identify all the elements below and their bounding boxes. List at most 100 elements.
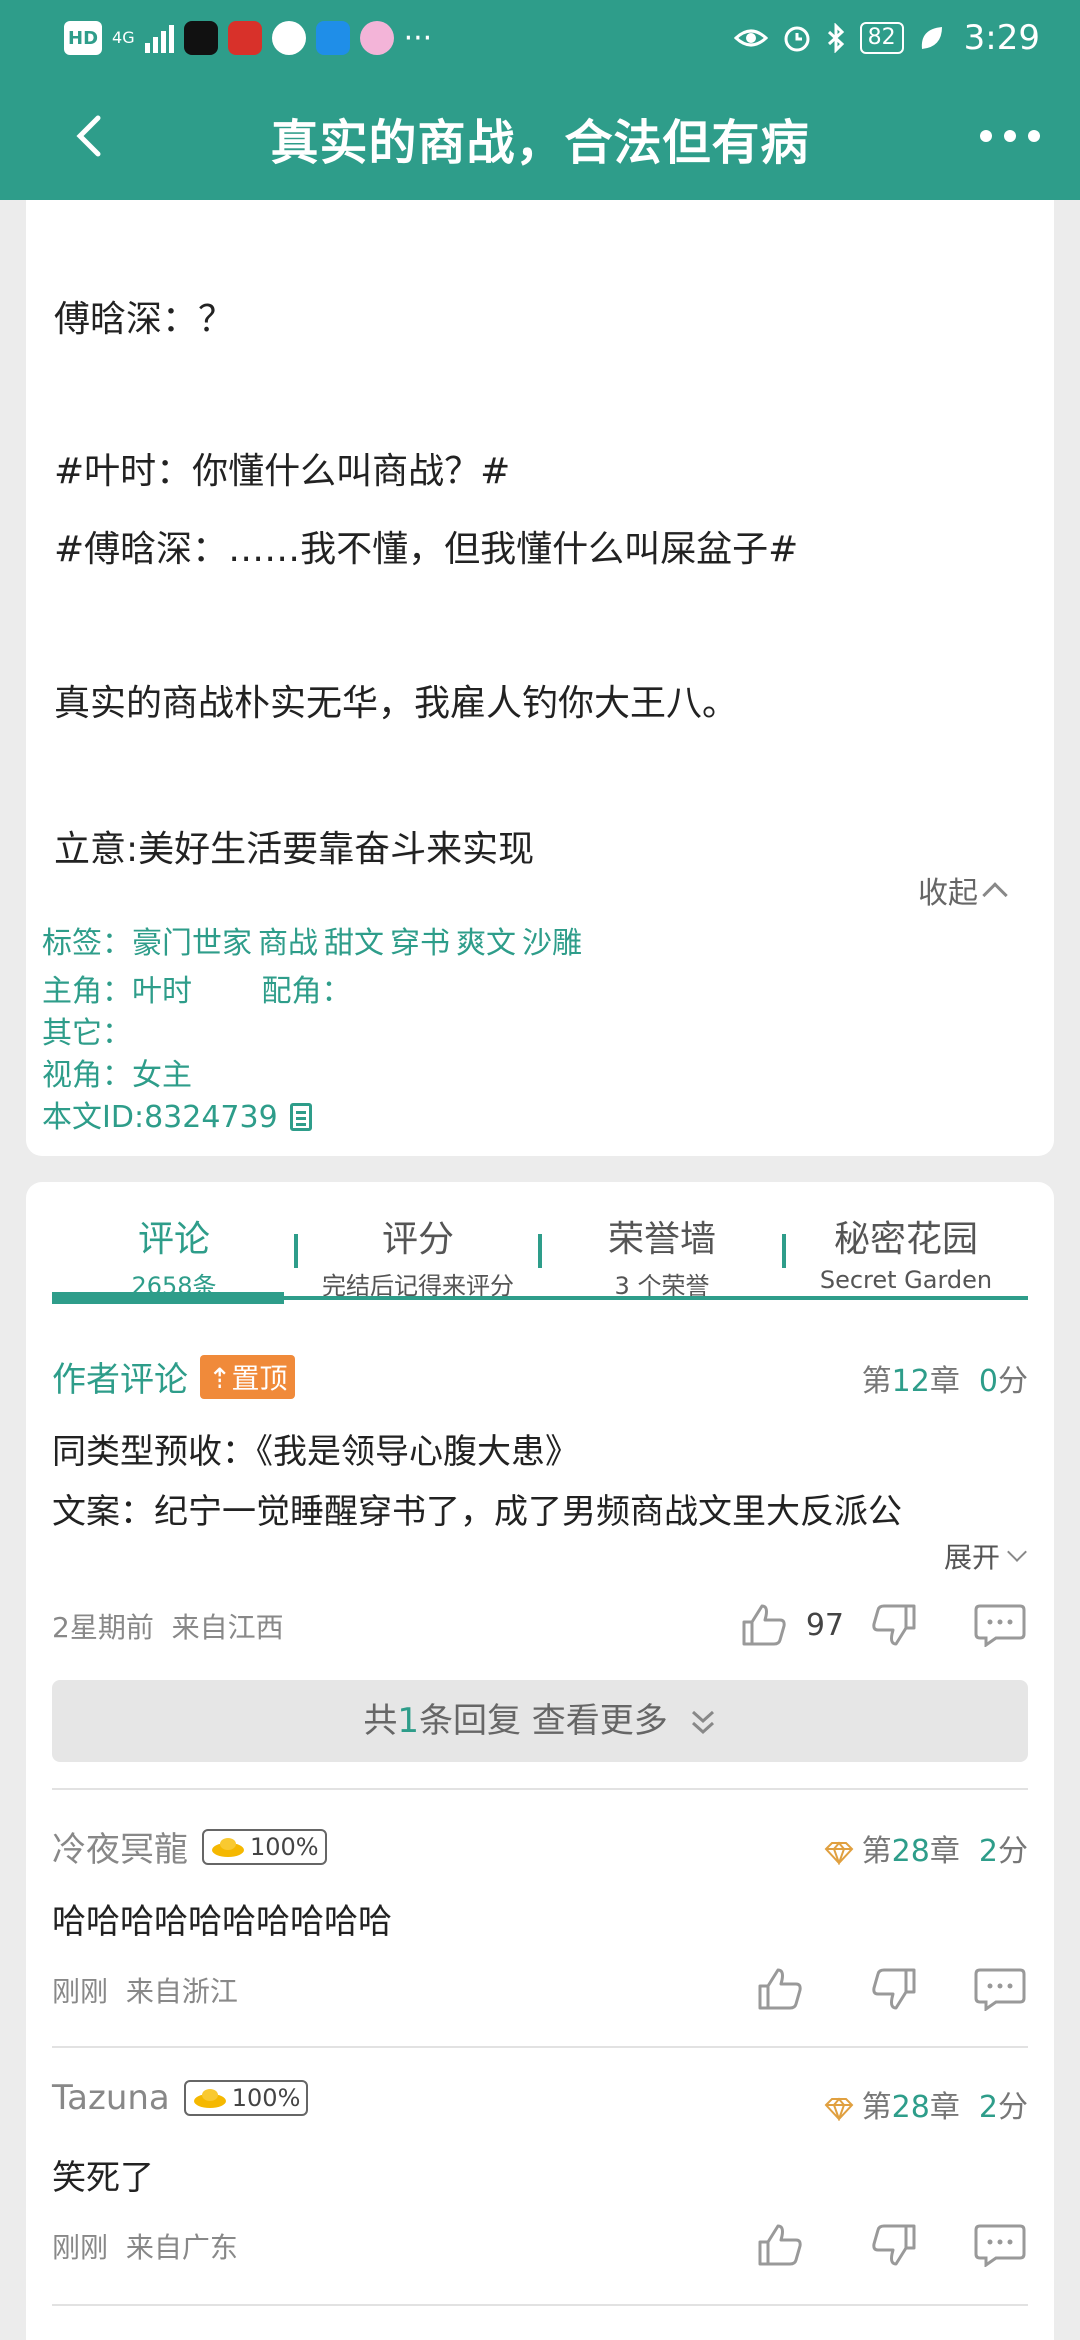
comment-meta: 2星期前 来自江西 — [52, 1606, 284, 1646]
chapter-info: 第12章 0分 — [861, 1364, 1028, 1399]
back-button[interactable] — [60, 106, 120, 166]
perspective-value: 女主 — [132, 1058, 192, 1093]
view-replies-button[interactable]: 共1条回复 查看更多 — [52, 1680, 1028, 1762]
perspective-label: 视角： — [42, 1058, 132, 1093]
gold-badge-value: 100% — [231, 2084, 301, 2112]
divider — [52, 2046, 1028, 2048]
tag-item[interactable]: 穿书 — [390, 926, 450, 961]
tab-active-indicator — [52, 1292, 284, 1304]
tiktok-icon — [183, 21, 218, 55]
comment-text: 同类型预收：《我是领导心腹大患》 — [52, 1432, 579, 1472]
search-icon — [315, 21, 350, 55]
other-row: 其它： — [42, 1008, 132, 1052]
username[interactable]: 冷夜冥龍 — [52, 1822, 188, 1871]
id-row: 本文ID:8324739 — [42, 1092, 312, 1136]
comment-icon — [974, 1604, 1026, 1647]
page-title: 真实的商战，合法但有病 — [270, 115, 810, 171]
chevron-left-icon — [76, 115, 101, 157]
tag-item[interactable]: 甜文 — [324, 926, 384, 961]
tab-title: 秘密花园 — [833, 1219, 978, 1260]
gold-badge: 100% — [183, 2080, 309, 2116]
nav-bar: 真实的商战，合法但有病 — [0, 76, 1080, 200]
author-comment-header: 作者评论 ⇡置顶 — [52, 1352, 296, 1401]
diamond-icon — [824, 1840, 854, 1865]
supporting-label: 配角： — [261, 974, 352, 1009]
comment-icon — [974, 1968, 1026, 2011]
thumbs-up-icon — [742, 1604, 786, 1646]
tab-title: 评分 — [381, 1219, 454, 1260]
gold-ingot-icon — [193, 2089, 226, 2108]
thumbs-down-icon — [872, 2224, 916, 2266]
comment-actions — [752, 2220, 1028, 2270]
gold-badge-value: 100% — [250, 1832, 319, 1861]
clock: 3:29 — [963, 18, 1040, 58]
comment-text: 哈哈哈哈哈哈哈哈哈哈 — [52, 1902, 392, 1942]
tag-item[interactable]: 爽文 — [456, 926, 516, 961]
comment-text: 笑死了 — [52, 2158, 154, 2198]
tags-row: 标签：豪门世家 商战 甜文 穿书 爽文 沙雕 — [42, 918, 588, 962]
like-count: 97 — [805, 1607, 844, 1643]
hd-indicator: HD — [64, 21, 103, 55]
tab-secret-garden[interactable]: 秘密花园 Secret Garden — [784, 1196, 1028, 1306]
network-indicator: 4G — [112, 28, 135, 47]
tag-item[interactable]: 沙雕 — [522, 926, 582, 961]
tab-rating[interactable]: 评分 完结后记得来评分 — [296, 1196, 540, 1306]
reply-button[interactable] — [972, 1964, 1028, 2014]
tags-label: 标签： — [42, 926, 132, 961]
dislike-button[interactable] — [866, 1964, 922, 2014]
divider — [52, 2304, 1028, 2306]
other-label: 其它： — [42, 1016, 132, 1051]
comment-meta: 刚刚 来自浙江 — [52, 1970, 238, 2010]
tab-separator — [782, 1234, 786, 1268]
thumbs-down-icon — [872, 1968, 916, 2010]
tab-subtitle: Secret Garden — [819, 1266, 993, 1294]
reply-button[interactable] — [972, 2220, 1028, 2270]
copy-icon[interactable] — [289, 1103, 312, 1131]
more-button[interactable] — [980, 116, 1040, 156]
top-bar: HD 4G ··· 82 3:29 真实的商战，合法但有病 — [0, 0, 1080, 200]
alarm-icon — [784, 26, 810, 52]
comment-user-row: 冷夜冥龍 100% — [52, 1822, 327, 1871]
id-value: 8324739 — [144, 1100, 278, 1135]
pinned-label: 置顶 — [231, 1361, 288, 1395]
bluetooth-icon — [827, 23, 844, 53]
reply-button[interactable] — [972, 1600, 1028, 1650]
like-button[interactable] — [752, 1964, 808, 2014]
chevron-up-icon — [982, 882, 1008, 908]
comment-user-row: Tazuna 100% — [52, 2078, 309, 2118]
comment-location: 来自江西 — [171, 1611, 284, 1644]
tab-honor-wall[interactable]: 荣誉墙 3 个荣誉 — [540, 1196, 784, 1306]
description-paragraph: 真实的商战朴实无华，我雇人钓你大王八。 — [54, 683, 739, 724]
status-bar: HD 4G ··· 82 3:29 — [0, 0, 1080, 76]
expand-button[interactable]: 展开 — [944, 1536, 1027, 1576]
gold-ingot-icon — [212, 1837, 244, 1857]
thumbs-up-icon — [758, 1968, 802, 2010]
comment-actions: 97 — [736, 1600, 1028, 1650]
signal-icon — [144, 23, 174, 53]
tab-comments[interactable]: 评论 2658条 — [52, 1196, 296, 1306]
tag-item[interactable]: 豪门世家 — [132, 926, 252, 961]
leaf-icon — [921, 27, 942, 49]
description-paragraph: 傅晗深：？ — [54, 299, 235, 340]
news-icon — [227, 21, 262, 55]
gallery-icon — [359, 21, 394, 55]
tab-bar: 评论 2658条 评分 完结后记得来评分 荣誉墙 3 个荣誉 秘密花园 Secr… — [52, 1196, 1028, 1306]
username[interactable]: Tazuna — [52, 2078, 170, 2118]
chapter-info: 第28章 2分 — [824, 2082, 1028, 2126]
like-button[interactable] — [752, 2220, 808, 2270]
collapse-button[interactable]: 收起 — [918, 868, 1008, 912]
dislike-button[interactable] — [866, 1600, 922, 1650]
id-label: 本文ID: — [42, 1100, 145, 1135]
divider — [52, 1788, 1028, 1790]
thumbs-down-icon — [872, 1604, 916, 1646]
battery-indicator: 82 — [859, 22, 904, 54]
dislike-button[interactable] — [866, 2220, 922, 2270]
comment-time: 刚刚 — [52, 1975, 109, 2008]
tag-item[interactable]: 商战 — [258, 926, 318, 961]
author-comment-label: 作者评论 — [52, 1360, 188, 1400]
tab-separator — [294, 1234, 298, 1268]
like-button[interactable] — [736, 1600, 792, 1650]
roles-row: 主角：叶时 配角： — [42, 966, 352, 1010]
comment-actions — [752, 1964, 1028, 2014]
tab-title: 荣誉墙 — [607, 1219, 716, 1260]
